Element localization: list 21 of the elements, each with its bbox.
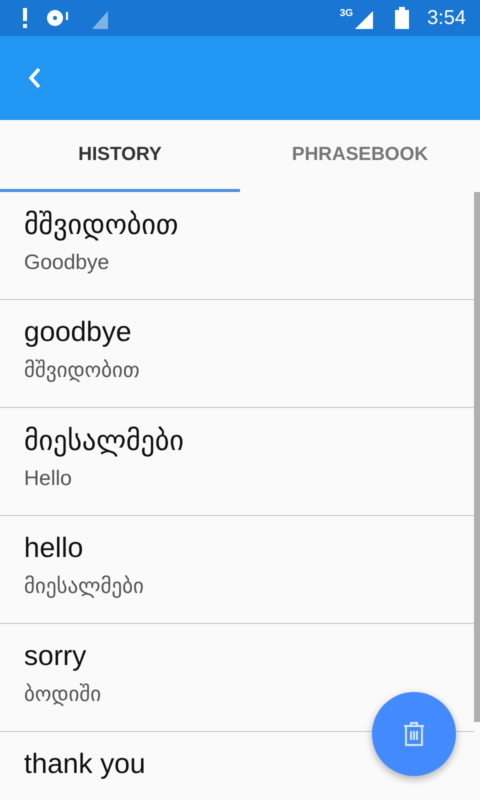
tab[interactable]: PHRASEBOOK [240, 120, 480, 192]
back-icon [28, 67, 42, 89]
source-text: hello [24, 532, 84, 564]
source-text: მშვიდობით [24, 208, 178, 241]
source-text: goodbye [24, 316, 132, 348]
network-type: 3G [340, 8, 354, 18]
source-text: thank you [24, 748, 146, 780]
source-text: sorry [24, 640, 86, 672]
source-text: მიესალმები [24, 424, 184, 457]
trash-icon [403, 721, 425, 747]
battery-icon [395, 7, 410, 29]
tab[interactable]: HISTORY [0, 120, 240, 192]
disc-icon [46, 9, 70, 27]
translation-text: ბოდიში [24, 682, 102, 707]
translation-text: მიესალმები [24, 574, 144, 599]
delete-button[interactable] [372, 692, 456, 776]
clock-time: 3:54 [427, 6, 466, 30]
translation-text: Goodbye [24, 251, 110, 275]
translation-text: მშვიდობით [24, 358, 140, 383]
translation-text: Hello [24, 467, 72, 491]
alert-icon [22, 8, 28, 28]
